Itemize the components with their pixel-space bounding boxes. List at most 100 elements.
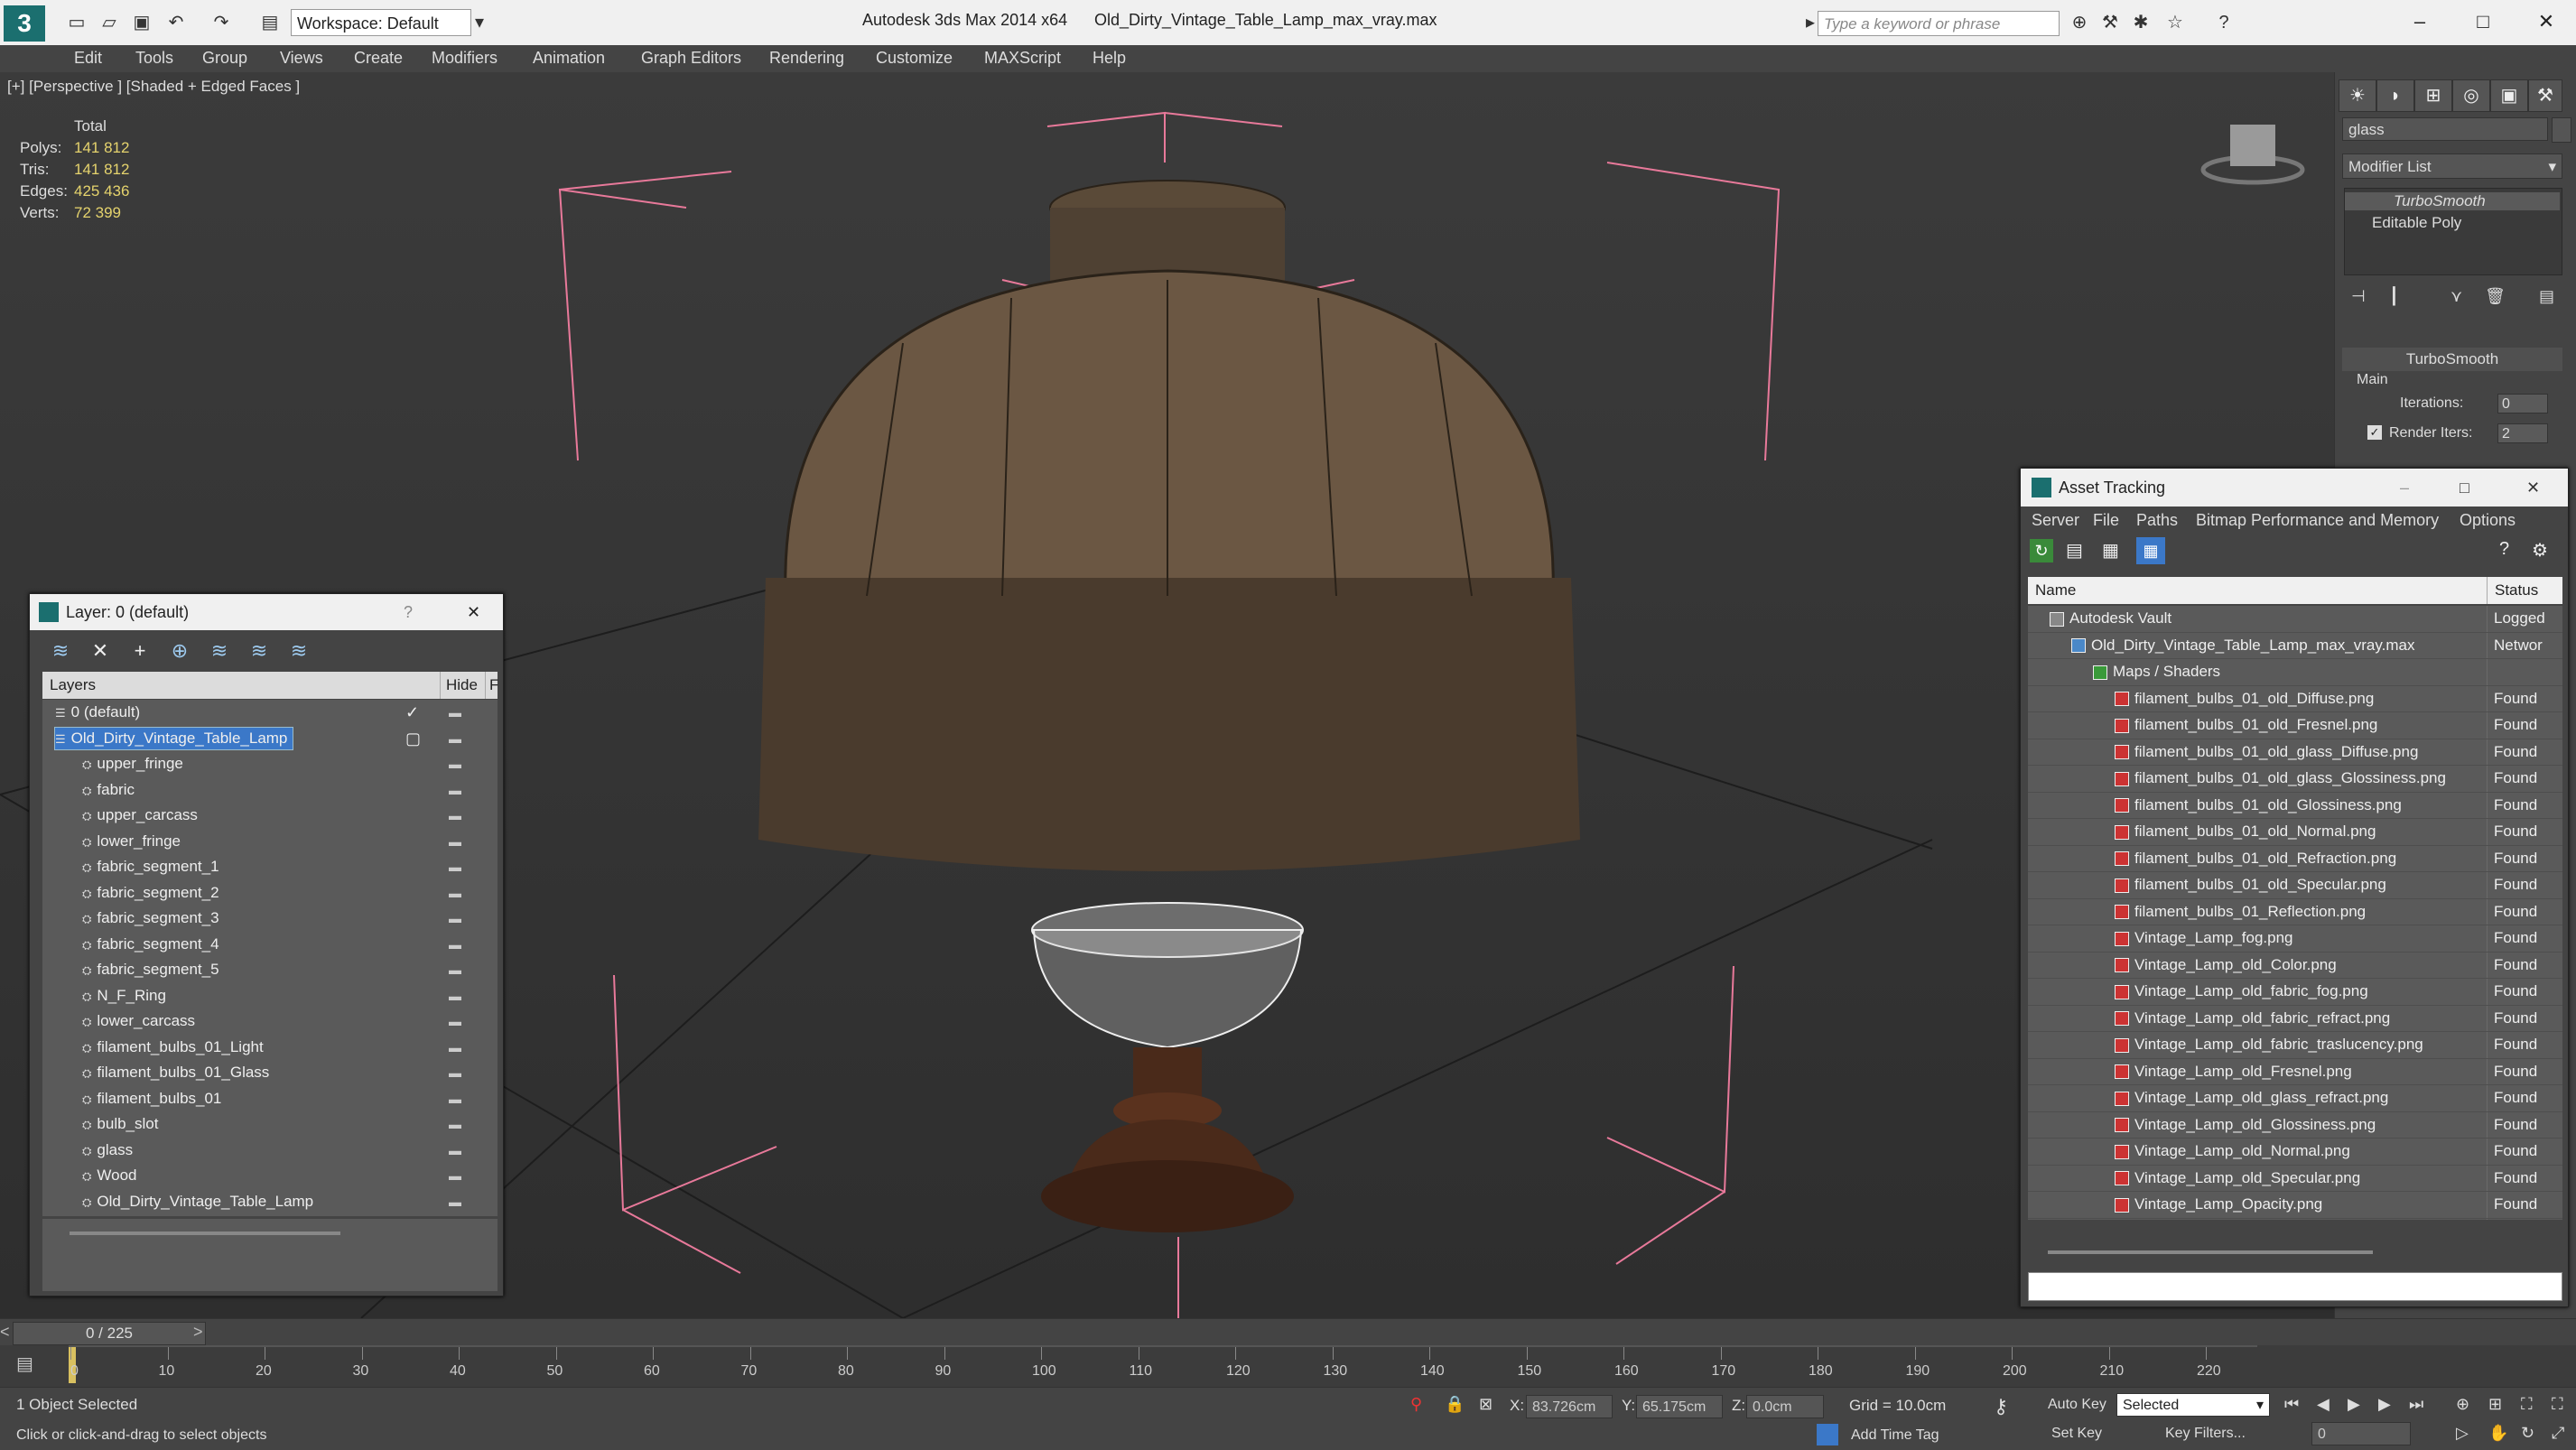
layer-row[interactable]: ⛭ upper_fringe ▬ [42, 751, 498, 777]
zoom-all-icon[interactable]: ⊞ [2488, 1395, 2502, 1414]
layer-row[interactable]: ⛭ fabric_segment_1 ▬ [42, 854, 498, 880]
layer-name[interactable]: ⛭ fabric_segment_4 [82, 934, 225, 955]
redo-icon[interactable]: ↷ [209, 11, 233, 34]
layer-row[interactable]: ⛭ fabric_segment_5 ▬ [42, 957, 498, 983]
horizontal-scrollbar[interactable] [2048, 1250, 2373, 1254]
hide-toggle-icon[interactable]: ▬ [449, 726, 461, 752]
layer-name[interactable]: ☰ Old_Dirty_Vintage_Table_Lamp [53, 726, 294, 750]
layer-row[interactable]: ⛭ upper_carcass ▬ [42, 803, 498, 829]
hide-toggle-icon[interactable]: ▬ [449, 1086, 461, 1112]
workspace-dropdown[interactable]: Workspace: Default [291, 9, 471, 36]
asset-row[interactable]: filament_bulbs_01_old_Glossiness.png Foun… [2028, 792, 2562, 819]
project-folder-icon[interactable]: ▤ [258, 11, 282, 34]
save-icon[interactable]: ▣ [130, 11, 153, 34]
go-to-end-icon[interactable]: ⏭ [2409, 1395, 2423, 1414]
menu-create[interactable]: Create [354, 49, 403, 68]
maximize-icon[interactable]: □ [2465, 5, 2501, 38]
column-layers[interactable]: Layers [50, 672, 96, 699]
current-layer-checkbox[interactable]: ✓ [405, 700, 419, 726]
menu-tools[interactable]: Tools [135, 49, 173, 68]
hide-toggle-icon[interactable]: ▬ [449, 1189, 461, 1215]
asset-row[interactable]: Vintage_Lamp_old_fabric_fog.png Found [2028, 979, 2562, 1006]
viewport-label[interactable]: [+] [Perspective ] [Shaded + Edged Faces… [7, 78, 300, 96]
zoom-extents-icon[interactable]: ⛶ [2521, 1395, 2533, 1414]
asset-row[interactable]: filament_bulbs_01_old_Fresnel.png Found [2028, 712, 2562, 739]
menu-animation[interactable]: Animation [533, 49, 605, 68]
orbit-icon[interactable]: ↻ [2521, 1424, 2534, 1443]
asset-row[interactable]: Vintage_Lamp_fog.png Found [2028, 925, 2562, 953]
time-tag-icon[interactable] [1817, 1424, 1838, 1445]
layer-name[interactable]: ⛭ filament_bulbs_01 [82, 1088, 227, 1110]
remove-modifier-icon[interactable]: 🗑 [2485, 287, 2506, 306]
maximize-icon[interactable]: □ [2460, 469, 2469, 507]
zoom-icon[interactable]: ⊕ [2456, 1395, 2469, 1414]
layer-name[interactable]: ⛭ N_F_Ring [82, 985, 172, 1007]
pan-icon[interactable]: ✋ [2488, 1424, 2508, 1443]
go-to-start-icon[interactable]: ⏮ [2284, 1395, 2299, 1414]
next-frame-icon[interactable]: ▶ [2378, 1395, 2391, 1414]
asset-row[interactable]: Old_Dirty_Vintage_Table_Lamp_max_vray.ma… [2028, 632, 2562, 659]
help-icon[interactable]: ? [2212, 11, 2236, 34]
mini-curve-editor-icon[interactable]: ▤ [16, 1352, 33, 1375]
asset-row[interactable]: Maps / Shaders [2028, 659, 2562, 686]
layer-row[interactable]: ⛭ bulb_slot ▬ [42, 1111, 498, 1138]
hide-toggle-icon[interactable]: ▬ [449, 803, 461, 829]
time-slider[interactable]: < 0 / 225 > [0, 1318, 2576, 1346]
display-tab-icon[interactable]: ▣ [2490, 79, 2528, 112]
prev-frame-icon[interactable]: < [0, 1323, 10, 1342]
track-bar[interactable]: ▤ 0 10 20 30 40 50 60 70 80 90 100 110 120 130 140 150 1… [0, 1345, 2576, 1387]
absolute-mode-icon[interactable]: ⊠ [1479, 1395, 1493, 1414]
hide-toggle-icon[interactable]: ▬ [449, 983, 461, 1009]
asset-row[interactable]: Vintage_Lamp_old_Glossiness.png Found [2028, 1111, 2562, 1139]
layer-name[interactable]: ☰ 0 (default) [55, 702, 145, 723]
stack-item-turbosmooth[interactable]: TurboSmooth [2345, 192, 2560, 210]
layer-name[interactable]: ⛭ lower_fringe [82, 831, 186, 852]
layer-row[interactable]: ⛭ fabric ▬ [42, 777, 498, 804]
close-icon[interactable]: ✕ [2526, 469, 2540, 507]
previous-frame-icon[interactable]: ◀ [2317, 1395, 2330, 1414]
layer-row[interactable]: ☰ Old_Dirty_Vintage_Table_Lamp ▢ ▬ [42, 726, 498, 752]
layer-name[interactable]: ⛭ Old_Dirty_Vintage_Table_Lamp [82, 1191, 319, 1213]
hide-all-layers-icon[interactable]: ≋ [245, 637, 274, 665]
layer-name[interactable]: ⛭ glass [82, 1139, 138, 1161]
modifier-list-dropdown[interactable]: Modifier List ▾ [2342, 153, 2562, 179]
column-status[interactable]: Status [2487, 577, 2538, 604]
layer-name[interactable]: ⛭ fabric_segment_1 [82, 856, 225, 878]
selection-lock-icon[interactable]: 🔒 [1445, 1395, 1465, 1414]
menu-views[interactable]: Views [280, 49, 323, 68]
hide-toggle-icon[interactable]: ▬ [449, 880, 461, 906]
layer-row[interactable]: ⛭ filament_bulbs_01_Light ▬ [42, 1035, 498, 1061]
render-iters-spinner[interactable]: 2 [2497, 423, 2548, 443]
asset-row[interactable]: Vintage_Lamp_Refr_Glossiness.png Found [2028, 1218, 2562, 1220]
layer-row[interactable]: ⛭ glass ▬ [42, 1138, 498, 1164]
table-view-icon[interactable]: ▦ [2136, 537, 2165, 564]
layer-row[interactable]: ⛭ fabric_segment_2 ▬ [42, 880, 498, 906]
y-coordinate-field[interactable]: 65.175cm [1636, 1395, 1723, 1418]
menu-rendering[interactable]: Rendering [769, 49, 844, 68]
layer-row[interactable]: ☰ 0 (default) ✓ ▬ [42, 700, 498, 726]
asset-row[interactable]: filament_bulbs_01_old_Refraction.png Foun… [2028, 845, 2562, 872]
layer-row[interactable]: ⛭ Wood ▬ [42, 1163, 498, 1189]
add-to-layer-icon[interactable]: + [126, 637, 154, 665]
hide-toggle-icon[interactable]: ▬ [449, 1163, 461, 1189]
communication-icon[interactable]: ✱ [2129, 11, 2153, 34]
asset-row[interactable]: filament_bulbs_01_old_glass_Diffuse.png F… [2028, 739, 2562, 766]
close-icon[interactable]: ✕ [467, 594, 480, 630]
hide-toggle-icon[interactable]: ▬ [449, 700, 461, 726]
close-icon[interactable]: ✕ [2528, 5, 2564, 38]
layer-name[interactable]: ⛭ upper_fringe [82, 753, 189, 775]
open-file-icon[interactable]: ▱ [98, 11, 121, 34]
object-name-field[interactable]: glass [2342, 117, 2548, 141]
asset-row[interactable]: filament_bulbs_01_old_glass_Glossiness.p… [2028, 766, 2562, 793]
freeze-all-layers-icon[interactable]: ≋ [284, 637, 313, 665]
asset-row[interactable]: filament_bulbs_01_old_Normal.png Found [2028, 819, 2562, 846]
layer-name[interactable]: ⛭ upper_carcass [82, 804, 203, 826]
asset-row[interactable]: Autodesk Vault Logged [2028, 606, 2562, 633]
layer-dialog-titlebar[interactable]: Layer: 0 (default) ? ✕ [30, 594, 503, 630]
menu-group[interactable]: Group [202, 49, 247, 68]
layer-name[interactable]: ⛭ filament_bulbs_01_Light [82, 1036, 269, 1058]
list-view-icon[interactable]: ▤ [2066, 539, 2083, 562]
layer-row[interactable]: ⛭ lower_carcass ▬ [42, 1008, 498, 1035]
object-color-swatch[interactable] [2552, 117, 2571, 143]
turbosmooth-rollout-header[interactable]: TurboSmooth [2342, 348, 2562, 371]
